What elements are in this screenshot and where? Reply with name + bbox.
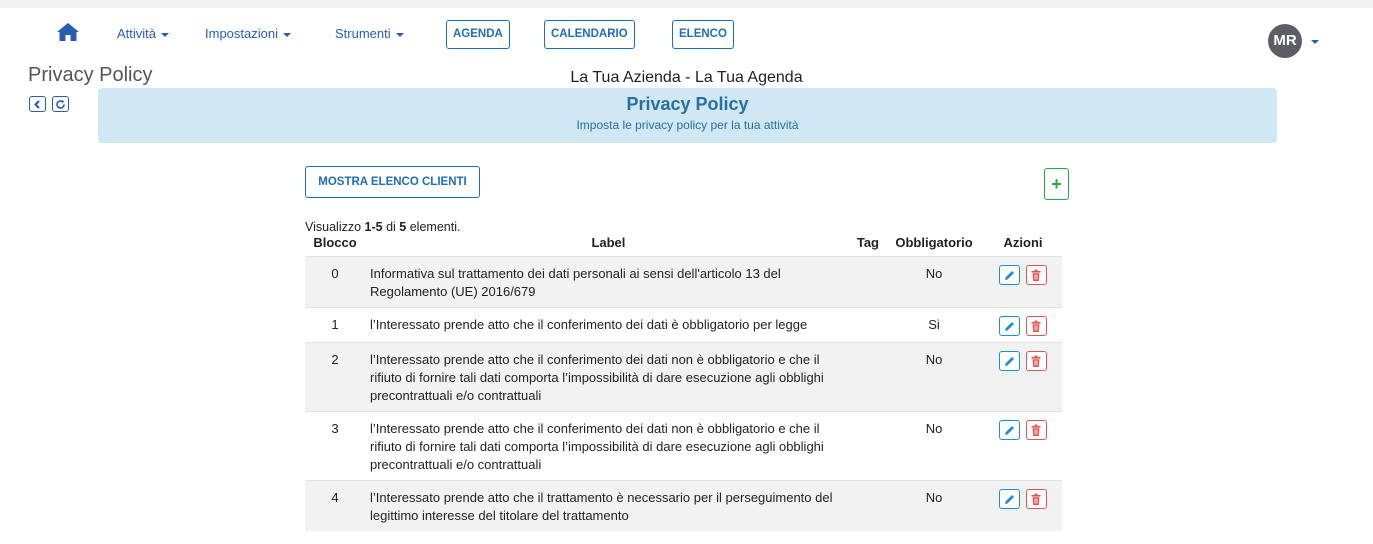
- pencil-icon: [1005, 494, 1015, 504]
- cell-tag: [851, 479, 884, 531]
- cell-obbligatorio: No: [884, 341, 984, 411]
- cell-tag: [851, 341, 884, 411]
- edit-button[interactable]: [999, 419, 1021, 440]
- cell-label: l’Interessato prende atto che il trattam…: [365, 479, 852, 531]
- banner-title: Privacy Policy: [626, 94, 749, 114]
- col-tag[interactable]: Tag: [852, 232, 884, 256]
- cell-obbligatorio: Si: [884, 306, 984, 342]
- cell-blocco: 3: [305, 410, 365, 480]
- privacy-policy-table: Blocco Label Tag Obbligatorio Azioni 0 I…: [305, 232, 1062, 531]
- home-icon[interactable]: [56, 22, 80, 42]
- calendario-button[interactable]: CALENDARIO: [544, 20, 635, 49]
- cell-azioni: [984, 479, 1062, 531]
- cell-label: l’Interessato prende atto che il conferi…: [365, 410, 852, 480]
- caret-down-icon: [282, 32, 291, 37]
- trash-icon: [1031, 355, 1041, 367]
- delete-button[interactable]: [1025, 419, 1047, 440]
- cell-azioni: [984, 341, 1062, 411]
- cell-azioni: [984, 255, 1062, 307]
- refresh-icon: [56, 99, 65, 109]
- menu-attivita-label: Attività: [117, 26, 157, 41]
- cell-obbligatorio: No: [884, 479, 984, 531]
- menu-impostazioni-label: Impostazioni: [205, 26, 278, 41]
- cell-azioni: [984, 306, 1062, 342]
- menu-strumenti-label: Strumenti: [335, 26, 391, 41]
- table-header-row: Blocco Label Tag Obbligatorio Azioni: [305, 232, 1062, 256]
- cell-obbligatorio: No: [884, 410, 984, 480]
- table-row: 0 Informativa sul trattamento dei dati p…: [305, 255, 1062, 307]
- pencil-icon: [1005, 425, 1015, 435]
- show-clients-button[interactable]: MOSTRA ELENCO CLIENTI: [305, 166, 480, 198]
- back-button[interactable]: [29, 96, 46, 112]
- col-label[interactable]: Label: [365, 232, 852, 256]
- table-row: 1 l’Interessato prende atto che il confe…: [305, 306, 1062, 342]
- table-row: 2 l’Interessato prende atto che il confe…: [305, 341, 1062, 411]
- cell-label: l’Interessato prende atto che il conferi…: [365, 306, 852, 342]
- company-title: La Tua Azienda - La Tua Agenda: [570, 69, 803, 86]
- cell-blocco: 2: [305, 341, 365, 411]
- elenco-button[interactable]: ELENCO: [672, 20, 734, 49]
- edit-button[interactable]: [999, 315, 1021, 336]
- user-avatar[interactable]: MR: [1268, 24, 1302, 58]
- pencil-icon: [1005, 321, 1015, 331]
- delete-button[interactable]: [1025, 264, 1047, 285]
- pencil-icon: [1005, 356, 1015, 366]
- cell-azioni: [984, 410, 1062, 480]
- top-navbar: Attività Impostazioni Strumenti AGENDA C…: [0, 0, 1373, 58]
- delete-button[interactable]: [1025, 350, 1047, 371]
- menu-attivita[interactable]: Attività: [117, 26, 170, 41]
- cell-tag: [851, 255, 884, 307]
- page-banner: Privacy Policy Imposta le privacy policy…: [98, 88, 1277, 143]
- cell-label: Informativa sul trattamento dei dati per…: [365, 255, 852, 307]
- caret-down-icon: [161, 32, 170, 37]
- cell-tag: [851, 410, 884, 480]
- caret-down-icon: [395, 32, 404, 37]
- add-privacy-policy-button[interactable]: +: [1044, 168, 1069, 200]
- trash-icon: [1031, 269, 1041, 281]
- user-menu-caret-icon[interactable]: [1311, 40, 1319, 44]
- table-row: 3 l’Interessato prende atto che il confe…: [305, 410, 1062, 480]
- cell-obbligatorio: No: [884, 255, 984, 307]
- trash-icon: [1031, 320, 1041, 332]
- col-azioni: Azioni: [1003, 234, 1043, 250]
- edit-button[interactable]: [999, 264, 1021, 285]
- delete-button[interactable]: [1025, 315, 1047, 336]
- refresh-button[interactable]: [52, 96, 69, 112]
- trash-icon: [1031, 493, 1041, 505]
- edit-button[interactable]: [999, 488, 1021, 509]
- cell-blocco: 1: [305, 306, 365, 342]
- edit-button[interactable]: [999, 350, 1021, 371]
- menu-strumenti[interactable]: Strumenti: [335, 26, 404, 41]
- table-row: 4 l’Interessato prende atto che il tratt…: [305, 479, 1062, 531]
- cell-tag: [851, 306, 884, 342]
- chevron-left-icon: [34, 99, 40, 109]
- menu-impostazioni[interactable]: Impostazioni: [205, 26, 291, 41]
- col-obbligatorio[interactable]: Obbligatorio: [884, 232, 984, 256]
- cell-blocco: 0: [305, 255, 365, 307]
- agenda-button[interactable]: AGENDA: [446, 20, 510, 49]
- delete-button[interactable]: [1025, 488, 1047, 509]
- pencil-icon: [1005, 270, 1015, 280]
- cell-blocco: 4: [305, 479, 365, 531]
- cell-label: l’Interessato prende atto che il conferi…: [365, 341, 852, 411]
- banner-subtitle: Imposta le privacy policy per la tua att…: [576, 118, 799, 132]
- col-blocco[interactable]: Blocco: [305, 232, 365, 256]
- trash-icon: [1031, 424, 1041, 436]
